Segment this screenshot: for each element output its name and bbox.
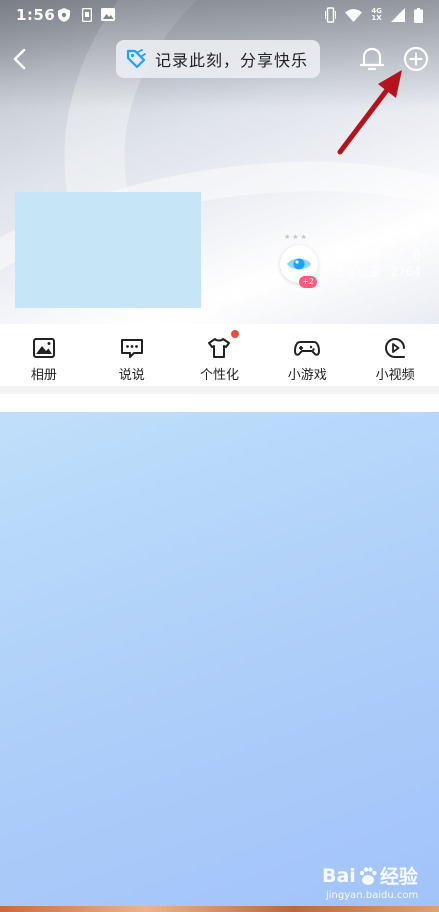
notice-dot: [230, 330, 239, 338]
shield-icon: [58, 8, 70, 22]
tool-videos-label: 小视频: [375, 368, 415, 383]
total-visitors: 访客总量 2764: [333, 264, 421, 280]
visitor-badge: +2: [299, 276, 317, 288]
visitor-stats: 今日访客 0 访客总量 2764: [333, 248, 421, 280]
tool-posts-label: 说说: [118, 368, 145, 383]
gamepad-icon: [294, 341, 321, 356]
tool-personalize[interactable]: 个性化: [176, 324, 264, 386]
battery-icon: [414, 7, 423, 23]
tool-games-label: 小游戏: [287, 368, 327, 383]
phone-icon: [82, 8, 92, 22]
tool-album[interactable]: 相册: [0, 324, 88, 386]
total-visitors-value: 2764: [390, 265, 421, 279]
album-icon: [32, 338, 55, 358]
tool-album-label: 相册: [30, 368, 57, 383]
annotation-arrow-icon: [337, 70, 402, 155]
wifi-icon: [345, 8, 363, 22]
tool-posts[interactable]: 说说: [88, 324, 176, 386]
share-moment-button[interactable]: 记录此刻，分享快乐: [116, 40, 320, 78]
share-moment-label: 记录此刻，分享快乐: [155, 51, 309, 70]
network-type: 4G 1X: [371, 8, 382, 22]
cover-photo[interactable]: [15, 192, 201, 308]
vibrate-icon: [325, 7, 337, 23]
feed-top-strip: [0, 394, 439, 412]
tool-videos[interactable]: 小视频: [351, 324, 439, 386]
signal-icon: [391, 8, 405, 22]
next-item-preview: [0, 906, 439, 912]
status-right: 4G 1X: [325, 7, 423, 23]
tag-icon: [126, 49, 146, 69]
feed-content[interactable]: [0, 412, 439, 906]
tshirt-icon: [208, 338, 231, 358]
status-time: 1:56: [16, 6, 56, 24]
image-icon: [101, 8, 115, 21]
chat-icon: [120, 339, 143, 358]
tool-games[interactable]: 小游戏: [263, 324, 351, 386]
today-visitors: 今日访客 0: [333, 248, 421, 264]
tool-personalize-label: 个性化: [199, 368, 239, 383]
status-bar: 1:56 4G 1X: [0, 0, 439, 32]
visitor-stars: ★★★: [284, 233, 309, 241]
watermark-brand: Bai 经验: [322, 862, 418, 889]
feature-toolbar: 相册 说说 个性化 小游戏 小视频: [0, 324, 439, 386]
watermark-url: jingyan.baidu.com: [326, 890, 419, 901]
profile-header: 1:56 4G 1X 记录此刻，分享快乐 ★★★ +2 今日访客 0 访客总量 …: [0, 0, 439, 324]
watermark-brand-cn: 经验: [379, 866, 418, 888]
network-sub-label: 1X: [371, 14, 382, 22]
divider: [0, 386, 439, 394]
watermark-brand-text: Bai: [322, 864, 356, 887]
back-button[interactable]: [6, 44, 36, 74]
today-visitors-value: 0: [413, 249, 421, 263]
today-visitors-label: 今日访客: [333, 249, 382, 263]
video-icon: [385, 338, 406, 358]
paw-icon: [359, 866, 377, 885]
baidu-watermark: Bai 经验 jingyan.baidu.com: [322, 862, 419, 902]
total-visitors-label: 访客总量: [333, 265, 382, 279]
